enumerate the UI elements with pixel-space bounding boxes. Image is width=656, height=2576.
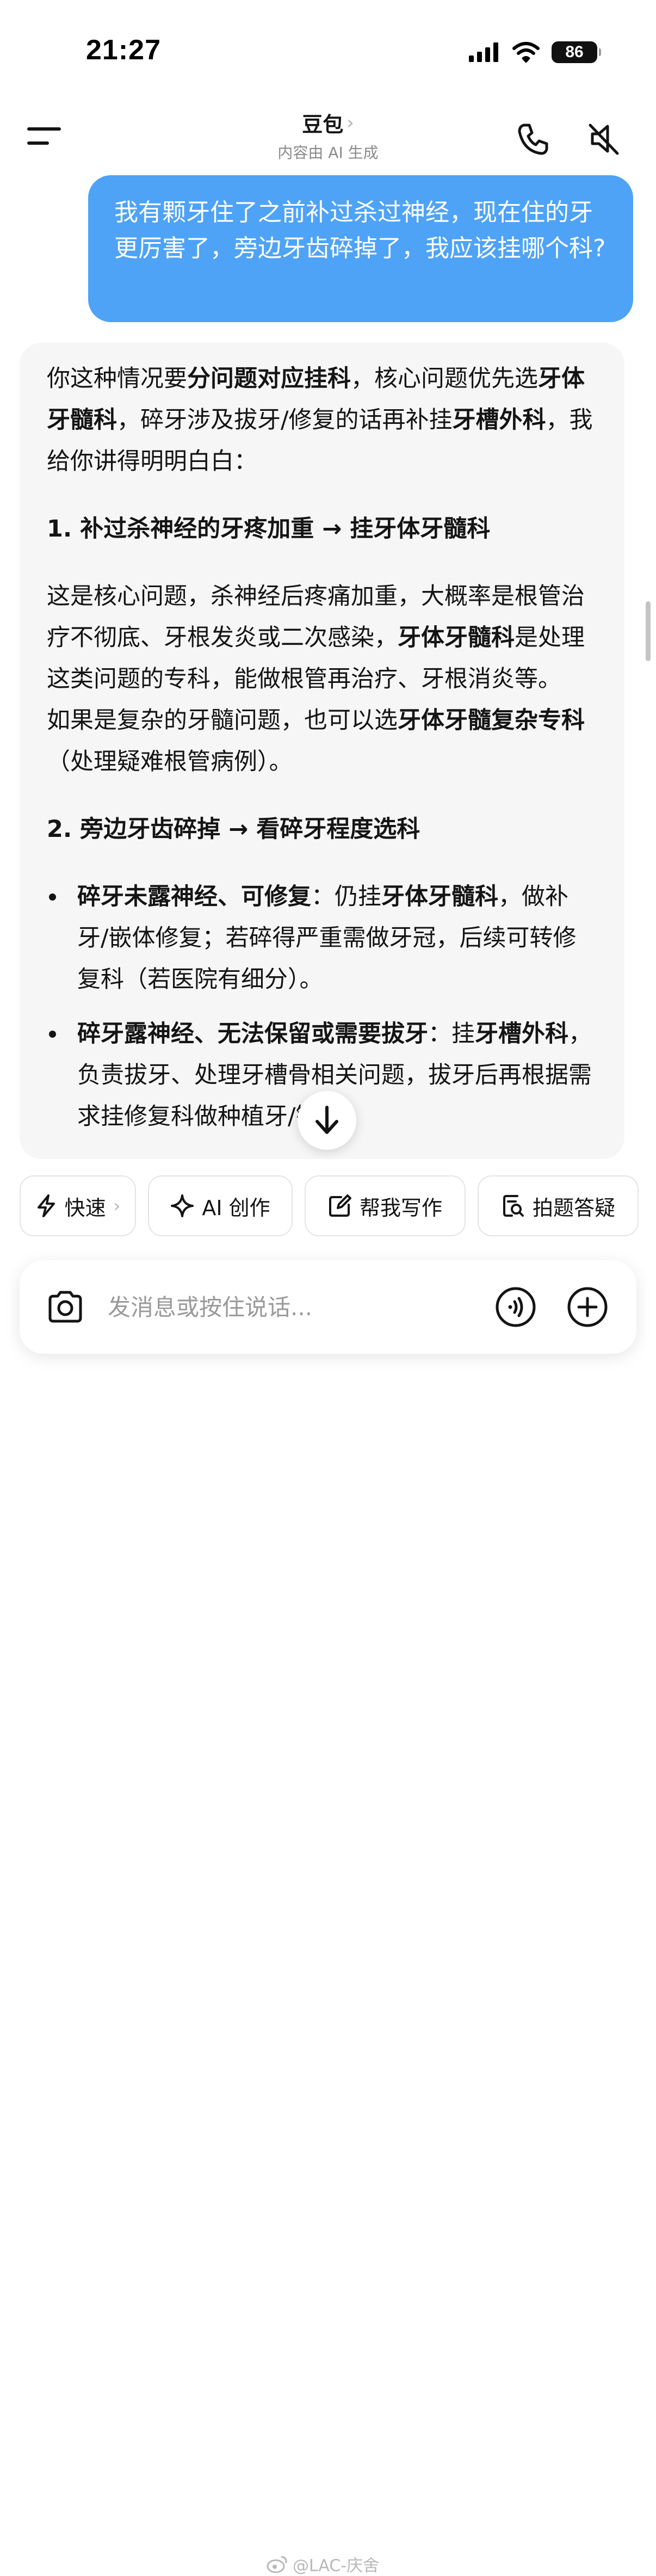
chat-title[interactable]: 豆包 › 内容由 AI 生成 [219,108,437,163]
ai-response-content: 你这种情况要分问题对应挂科，核心问题优先选牙体牙髓科 ，碎牙涉及拔牙/修复的话再补… [20,343,624,1137]
message-composer [20,1260,636,1354]
status-time: 21:27 [86,34,161,66]
speaker-muted-icon [589,124,619,155]
bold-segment: 碎牙未露神经、可修复 [77,883,311,910]
arrow-down-icon [315,1106,338,1134]
status-icons: 86 [469,41,601,63]
message-input[interactable] [107,1287,411,1327]
quick-actions: 快速 › AI 创作 帮我写作 拍题答疑 [20,1175,639,1236]
text-segment: ：挂 [428,1020,475,1047]
watermark-text: @LAC-庆舍 [293,2556,380,2575]
chip-label: 拍题答疑 [532,1195,615,1220]
scroll-to-bottom-button[interactable] [298,1091,356,1150]
user-message-bubble[interactable]: 我有颗牙住了之前补过杀过神经，现在住的牙更厉害了，旁边牙齿碎掉了，我应该挂哪个科… [88,175,633,322]
menu-icon [27,127,61,145]
voice-wave-icon [496,1287,536,1327]
bold-segment: 牙体牙髓复杂专科 [398,707,585,734]
chevron-right-icon: › [113,1195,121,1216]
menu-button[interactable] [27,120,71,152]
quick-action-ai-create[interactable]: AI 创作 [148,1175,293,1236]
mute-button[interactable] [585,120,623,158]
bold-segment: 分问题对应挂科 [187,365,351,392]
battery-indicator: 86 [552,41,601,63]
text-segment: ：仍挂 [311,883,381,910]
lightning-icon [37,1194,55,1217]
add-attachment-button[interactable] [566,1285,609,1329]
watermark: @LAC-庆舍 [267,2552,379,2576]
bold-segment: 碎牙露神经、无法保留或需要拔牙 [77,1020,428,1047]
text-segment: 如果是复杂的牙髓问题，也可以选 [47,707,398,734]
list-item: 碎牙未露神经、可修复：仍挂牙体牙髓科，做补牙/嵌体修复；若碎得严重需做牙冠，后续… [47,876,597,1000]
voice-call-button[interactable] [494,1285,537,1329]
section-heading-2: 2. 旁边牙齿碎掉 → 看碎牙程度选科 [47,816,420,843]
bold-segment: 牙体牙髓科 [381,883,498,910]
ai-response-card[interactable]: 你这种情况要分问题对应挂科，核心问题优先选牙体牙髓科 ，碎牙涉及拔牙/修复的话再补… [20,343,624,1159]
text-segment: （处理疑难根管病例）。 [47,748,293,775]
status-bar: 21:27 86 [0,0,656,103]
scrollbar-thumb[interactable] [646,601,651,661]
chip-label: AI 创作 [202,1195,270,1220]
text-segment: 你这种情况要 [47,365,187,392]
bottom-panel: 快速 › AI 创作 帮我写作 拍题答疑 发消息或按住说话... @LAC-庆舍 [0,1159,656,2575]
text-segment: ，核心问题优先选 [351,365,538,392]
weibo-icon [267,2556,287,2573]
bold-segment: 牙槽外科 [452,406,546,434]
quick-action-fast[interactable]: 快速 › [20,1175,136,1236]
section1-paragraph-1: 这是核心问题，杀神经后疼痛加重，大概率是根管治疗不彻底、牙根发炎或二次感染，牙体… [47,576,597,700]
quick-action-write[interactable]: 帮我写作 [305,1175,466,1236]
call-button[interactable] [514,120,552,158]
wifi-icon [512,42,540,63]
edit-icon [329,1194,351,1217]
intro-paragraph: 你这种情况要分问题对应挂科，核心问题优先选牙体牙髓科，碎牙涉及拔牙/修复的话再补… [47,358,597,482]
signal-icon [469,42,498,62]
chip-label: 帮我写作 [359,1195,442,1220]
phone-icon [518,124,548,155]
user-message-text: 我有颗牙住了之前补过杀过神经，现在住的牙更厉害了，旁边牙齿碎掉了，我应该挂哪个科… [114,199,606,262]
camera-icon [48,1291,82,1323]
bold-segment: 牙体牙髓科 [398,624,515,651]
sparkle-icon [171,1194,194,1217]
ai-disclaimer: 内容由 AI 生成 [277,144,379,162]
scan-question-icon [503,1195,524,1217]
quick-action-photo-question[interactable]: 拍题答疑 [478,1175,639,1236]
camera-button[interactable] [44,1285,87,1329]
app-title: 豆包 [302,113,344,137]
text-segment: ，碎牙涉及拔牙/修复的话再补挂 [117,406,453,434]
chevron-right-icon: › [346,112,354,134]
chip-label: 快速 [64,1195,106,1220]
bold-segment: 牙槽外科 [475,1020,568,1047]
section-heading-1: 1. 补过杀神经的牙疼加重 → 挂牙体牙髓科 [47,515,491,543]
chat-header: 豆包 › 内容由 AI 生成 [0,103,656,169]
plus-circle-icon [567,1287,608,1327]
section1-paragraph-2: 如果是复杂的牙髓问题，也可以选牙体牙髓复杂专科 （处理疑难根管病例）。 [47,700,597,782]
battery-level: 86 [565,43,584,61]
